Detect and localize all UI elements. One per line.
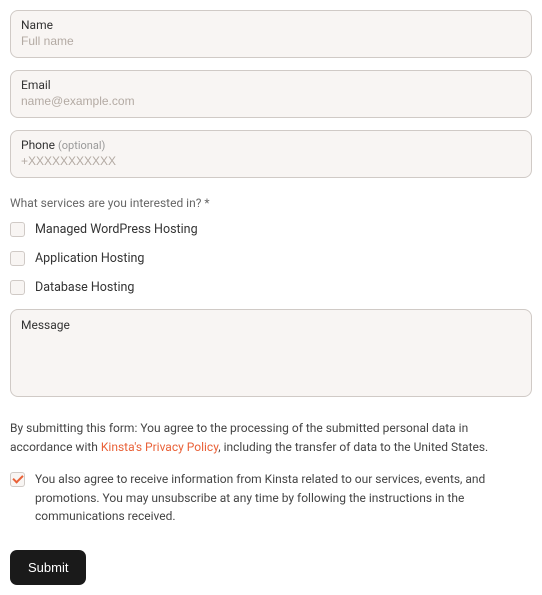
phone-optional-text: (optional): [58, 139, 105, 152]
service-option-managed-wordpress[interactable]: Managed WordPress Hosting: [10, 222, 532, 237]
phone-input[interactable]: [21, 154, 521, 168]
message-label: Message: [21, 318, 521, 332]
agree-checkbox[interactable]: [10, 472, 25, 487]
submit-button[interactable]: Submit: [10, 550, 86, 585]
message-field[interactable]: Message: [10, 309, 532, 397]
privacy-policy-link[interactable]: Kinsta's Privacy Policy: [101, 440, 218, 454]
checkbox-application-hosting[interactable]: [10, 251, 25, 266]
checkbox-label-managed-wordpress: Managed WordPress Hosting: [35, 222, 198, 237]
phone-label: Phone (optional): [21, 138, 521, 152]
email-input[interactable]: [21, 94, 521, 108]
phone-field[interactable]: Phone (optional): [10, 130, 532, 178]
consent-suffix: , including the transfer of data to the …: [218, 440, 488, 454]
agree-row[interactable]: You also agree to receive information fr…: [10, 470, 532, 526]
checkbox-label-application-hosting: Application Hosting: [35, 251, 144, 266]
name-field[interactable]: Name: [10, 10, 532, 58]
consent-text: By submitting this form: You agree to th…: [10, 419, 532, 456]
services-question: What services are you interested in? *: [10, 196, 532, 210]
agree-text: You also agree to receive information fr…: [35, 470, 532, 526]
email-field[interactable]: Email: [10, 70, 532, 118]
name-label: Name: [21, 18, 521, 32]
name-input[interactable]: [21, 34, 521, 48]
email-label: Email: [21, 78, 521, 92]
checkbox-label-database-hosting: Database Hosting: [35, 280, 134, 295]
phone-label-text: Phone: [21, 138, 55, 152]
service-option-database-hosting[interactable]: Database Hosting: [10, 280, 532, 295]
checkbox-database-hosting[interactable]: [10, 280, 25, 295]
checkbox-managed-wordpress[interactable]: [10, 222, 25, 237]
service-option-application-hosting[interactable]: Application Hosting: [10, 251, 532, 266]
